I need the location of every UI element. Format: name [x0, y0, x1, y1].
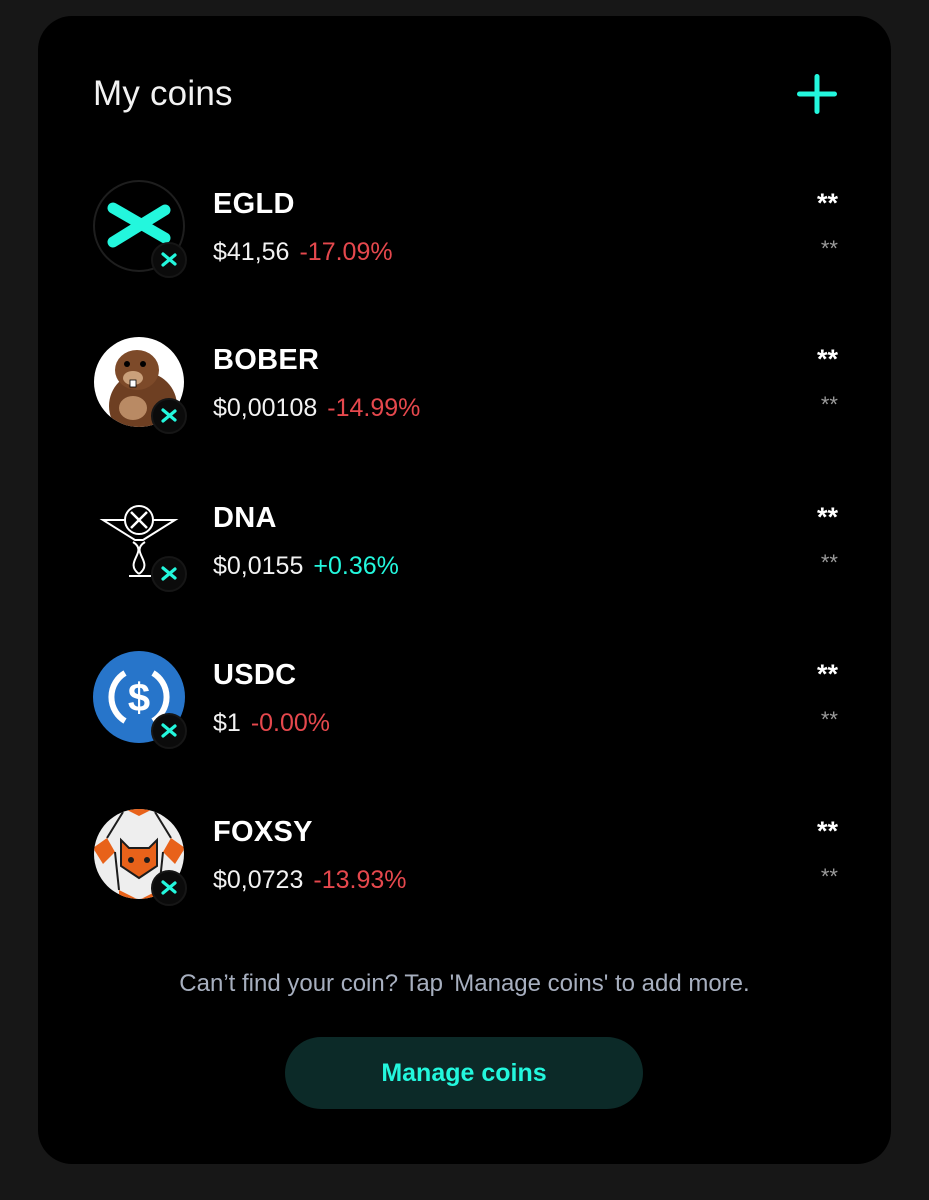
coin-balance-hidden: ** — [816, 188, 838, 218]
coin-row-bober[interactable]: BOBER $0,00108 -14.99% ** ** — [93, 336, 838, 436]
my-coins-card: My coins EGLD $41,56 -17.09% ** ** BOBER… — [38, 16, 891, 1164]
multiversx-chain-icon — [151, 870, 187, 906]
multiversx-chain-icon — [151, 556, 187, 592]
svg-text:$: $ — [128, 676, 150, 720]
coin-row-dna[interactable]: DNA $0,0155 +0.36% ** ** — [93, 494, 838, 594]
multiversx-chain-icon — [151, 242, 187, 278]
coin-price: $0,00108 — [213, 394, 318, 422]
coin-value-hidden: ** — [820, 707, 838, 732]
coin-balance-hidden: ** — [816, 502, 838, 532]
coin-price-line: $41,56 -17.09% — [213, 238, 393, 267]
coin-symbol: FOXSY — [213, 816, 313, 848]
coin-value-hidden: ** — [820, 236, 838, 261]
coin-price: $41,56 — [213, 238, 290, 266]
add-coin-button[interactable] — [795, 72, 839, 116]
coin-price: $0,0723 — [213, 866, 304, 894]
multiversx-chain-icon — [151, 398, 187, 434]
coin-value-hidden: ** — [820, 392, 838, 417]
coin-price: $0,0155 — [213, 552, 304, 580]
coin-balance-hidden: ** — [816, 659, 838, 689]
coin-symbol: BOBER — [213, 344, 320, 376]
coin-price-line: $1 -0.00% — [213, 709, 330, 738]
coin-price: $1 — [213, 709, 241, 737]
coin-change: -0.00% — [250, 709, 331, 737]
coin-price-line: $0,0723 -13.93% — [213, 866, 407, 895]
coin-change: -14.99% — [327, 394, 421, 422]
coin-balance-hidden: ** — [816, 344, 838, 374]
coin-row-foxsy[interactable]: FOXSY $0,0723 -13.93% ** ** — [93, 808, 838, 908]
coin-value-hidden: ** — [820, 550, 838, 575]
page-title: My coins — [93, 74, 233, 113]
plus-icon — [797, 74, 837, 114]
coin-symbol: EGLD — [213, 188, 295, 220]
manage-coins-hint: Can’t find your coin? Tap 'Manage coins'… — [179, 970, 750, 997]
coin-row-egld[interactable]: EGLD $41,56 -17.09% ** ** — [93, 180, 838, 280]
coin-price-line: $0,0155 +0.36% — [213, 552, 399, 581]
coin-change: -13.93% — [313, 866, 407, 894]
coin-symbol: DNA — [213, 502, 277, 534]
manage-coins-button[interactable]: Manage coins — [285, 1037, 643, 1109]
coin-balance-hidden: ** — [816, 816, 838, 846]
coin-change: +0.36% — [313, 552, 399, 580]
coin-price-line: $0,00108 -14.99% — [213, 394, 420, 423]
coin-row-usdc[interactable]: $ USDC $1 -0.00% ** ** — [93, 651, 838, 751]
multiversx-chain-icon — [151, 713, 187, 749]
coin-symbol: USDC — [213, 659, 297, 691]
coin-change: -17.09% — [299, 238, 393, 266]
coin-value-hidden: ** — [820, 864, 838, 889]
